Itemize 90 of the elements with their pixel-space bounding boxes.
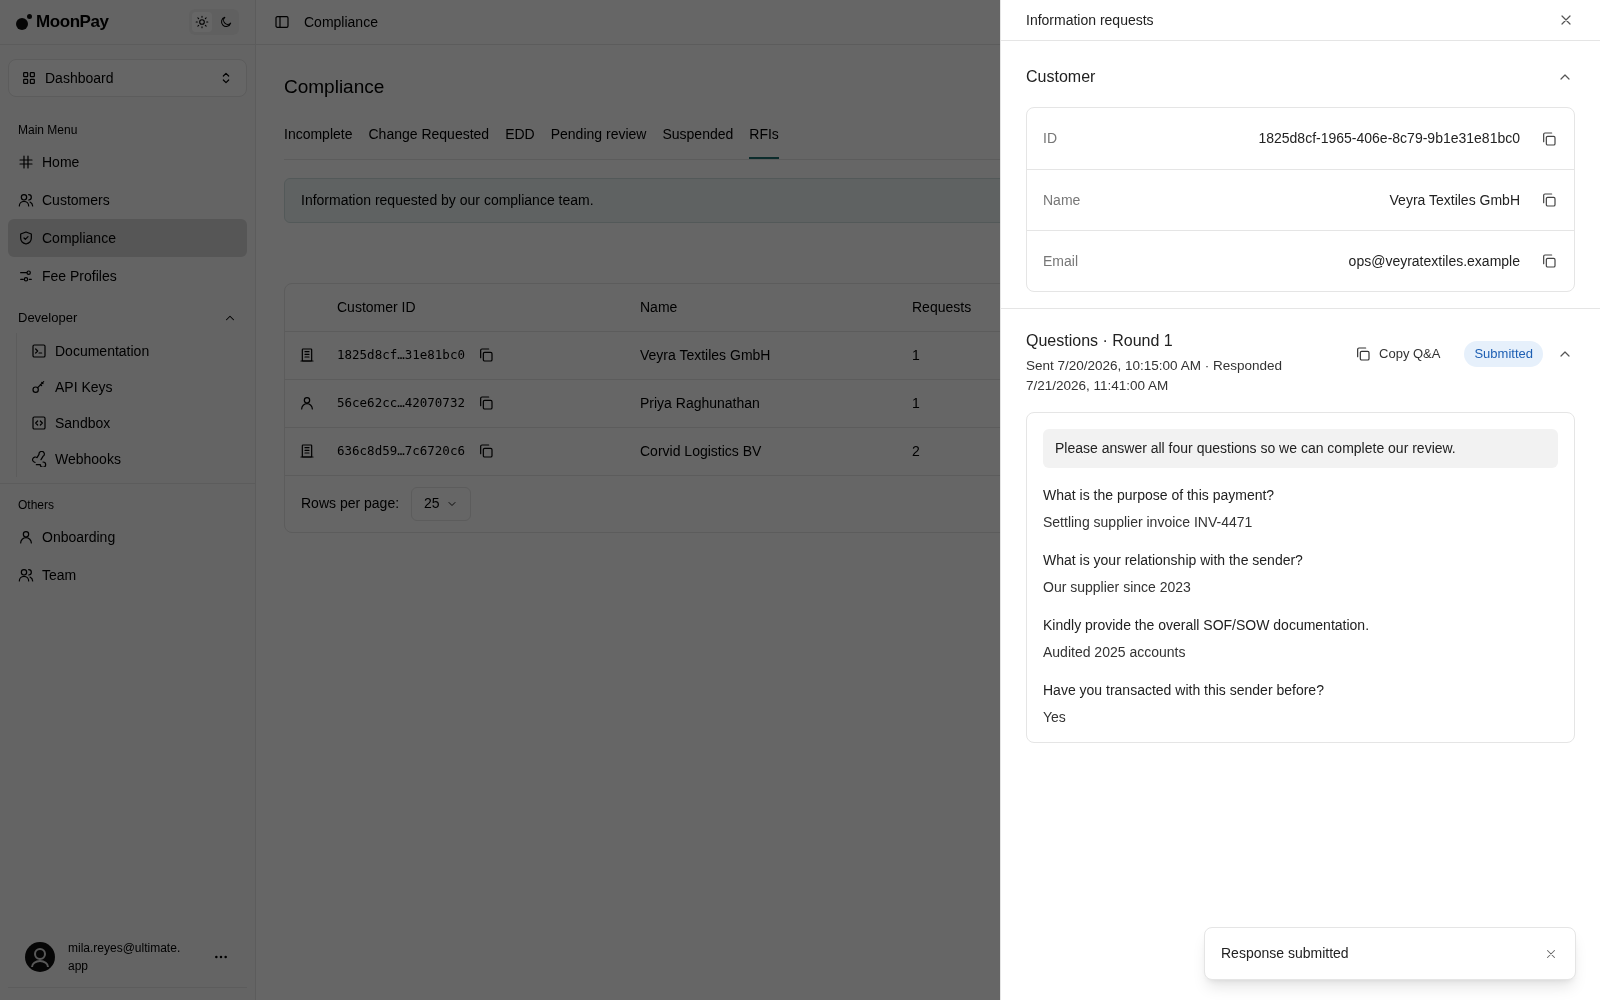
question-text: Kindly provide the overall SOF/SOW documentation. <box>1043 616 1371 635</box>
field-label: Email <box>1043 251 1078 271</box>
customer-id: 636c8d59…7c6720c6 <box>337 441 465 460</box>
user-email: mila.reyes@ultimate. app <box>68 940 182 975</box>
table-cell-text: Corvid Logistics BV <box>640 441 763 461</box>
rows-per-page-select[interactable]: 25 <box>411 486 472 521</box>
sidebar-item[interactable]: Sandbox <box>23 405 247 441</box>
request-message: Please answer all four questions so we can complete our review. <box>1043 429 1558 468</box>
workspace-select[interactable]: Dashboard <box>8 59 247 97</box>
moon-icon <box>219 15 233 29</box>
users-icon <box>18 567 34 583</box>
sidebar-item[interactable]: Compliance <box>8 219 247 257</box>
sidebar-icon <box>274 14 290 30</box>
terminal-icon <box>31 343 47 359</box>
building-icon <box>299 443 315 459</box>
building-icon <box>299 347 315 363</box>
sidebar-item[interactable]: Onboarding <box>8 518 247 556</box>
user-icon <box>299 395 315 411</box>
copy-icon <box>1541 130 1557 147</box>
question-text: What is the purpose of this payment? <box>1043 486 1276 505</box>
table-cell-text: 1 <box>912 393 921 413</box>
question-text: What is your relationship with the sender? <box>1043 551 1304 570</box>
section-toggle[interactable]: Developer <box>0 303 255 333</box>
rows-per-page-label: Rows per page: <box>301 494 400 513</box>
copy-icon <box>477 443 494 459</box>
tab[interactable]: Pending review <box>550 123 647 159</box>
copy-button[interactable] <box>1540 129 1558 148</box>
drawer-title: Information requests <box>1026 10 1154 30</box>
sidebar-item[interactable]: API Keys <box>23 369 247 405</box>
light-theme-button[interactable] <box>192 12 212 32</box>
table-cell-text: 1 <box>912 345 921 365</box>
tab[interactable]: RFIs <box>749 123 779 159</box>
copy-icon <box>1541 253 1557 269</box>
question-text: Have you transacted with this sender before? <box>1043 681 1325 700</box>
sidebar-item[interactable]: Home <box>8 143 247 181</box>
field-value: Veyra Textiles GmbH <box>1388 190 1520 210</box>
customer-id: 56ce62cc…42070732 <box>337 393 465 412</box>
sidebar-item[interactable]: Fee Profiles <box>8 257 247 295</box>
sidebar-item[interactable]: Documentation <box>23 333 247 369</box>
field-value: ops@veyratextiles.example <box>1347 251 1520 271</box>
sidebar-item[interactable]: Webhooks <box>23 441 247 477</box>
section-heading: Others <box>17 497 55 514</box>
toast-message: Response submitted <box>1221 944 1349 963</box>
table-cell-text: Veyra Textiles GmbH <box>640 345 772 365</box>
copy-icon <box>477 395 494 411</box>
tab[interactable]: Change Requested <box>368 123 490 159</box>
copy-button[interactable] <box>1540 191 1558 209</box>
avatar-icon <box>24 941 56 973</box>
brand-name: MoonPay <box>36 11 109 34</box>
hash-icon <box>18 154 34 170</box>
page-title: Compliance <box>284 75 385 99</box>
copy-icon <box>1355 345 1372 362</box>
sidebar-item[interactable]: Customers <box>8 181 247 219</box>
table-cell-text: Priya Raghunathan <box>640 393 761 413</box>
tab[interactable]: Suspended <box>662 123 734 159</box>
logo-icon <box>16 14 32 30</box>
code-icon <box>31 415 47 431</box>
request-dates: Sent 7/20/2026, 10:15:00 AM · Responded 7/21/2026, 11:41:00 AM <box>1026 357 1283 395</box>
webhook-icon <box>31 451 47 467</box>
sliders-icon <box>18 268 34 284</box>
copy-button[interactable] <box>1540 252 1558 270</box>
tab[interactable]: Incomplete <box>284 123 353 159</box>
user-icon <box>18 529 34 545</box>
copy-icon <box>1541 192 1557 208</box>
column-header: Requests <box>912 297 973 317</box>
column-header: Customer ID <box>337 297 417 317</box>
grid-icon <box>21 70 37 86</box>
answer-text: Our supplier since 2023 <box>1043 578 1192 597</box>
section-title: Customer <box>1026 67 1096 87</box>
key-icon <box>31 379 47 395</box>
breadcrumb: Compliance <box>304 12 378 32</box>
field-value: 1825d8cf-1965-406e-8c79-9b1e31e81bc0 <box>1257 129 1520 148</box>
section-heading: Main Menu <box>17 122 79 139</box>
copy-icon <box>477 347 494 363</box>
answer-text: Yes <box>1043 708 1067 727</box>
sun-icon <box>195 15 209 29</box>
column-header: Name <box>640 297 679 317</box>
users-icon <box>18 192 34 208</box>
field-label: Name <box>1043 190 1081 210</box>
tab[interactable]: EDD <box>505 123 535 159</box>
answer-text: Audited 2025 accounts <box>1043 643 1187 662</box>
copy-qa-button[interactable]: Copy Q&A <box>1355 344 1441 364</box>
field-label: ID <box>1043 129 1057 148</box>
shield-check-icon <box>18 230 34 246</box>
answer-text: Settling supplier invoice INV-4471 <box>1043 513 1254 532</box>
status-badge: Submitted <box>1464 341 1543 367</box>
section-title: Questions · Round 1 <box>1026 331 1174 351</box>
sidebar-item[interactable]: Team <box>8 556 247 594</box>
table-cell-text: 2 <box>912 441 921 461</box>
customer-id: 1825d8cf…31e81bc0 <box>337 345 465 364</box>
